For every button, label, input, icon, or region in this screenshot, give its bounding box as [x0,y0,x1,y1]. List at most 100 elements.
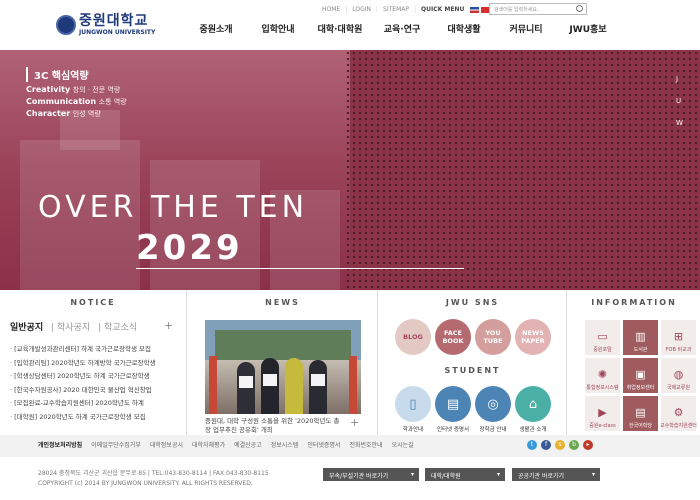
facebook-icon[interactable]: f [541,440,551,450]
hero-side-letters: JUW [676,75,683,127]
footer-link[interactable]: 전화번호안내 [349,440,382,449]
util-quickmenu-link[interactable]: QUICK MENU [421,6,464,13]
teaching-center-tile[interactable]: ⚙ 교수학습지원센터 [660,396,697,431]
career-center-tile[interactable]: ▣ 취업정보센터 [623,358,658,393]
scholarship-guide-button[interactable]: ◎ 장학금 안내 [475,386,511,433]
tab-academic-notice[interactable]: | 학사공지 [51,320,90,333]
footer-link[interactable]: 대학자체평가 [192,440,225,449]
footer-link[interactable]: 예결산공고 [234,440,262,449]
news-caption[interactable]: 중원대, 대학 구성원 소통을 위한 '2020학년도 총장 업무추진 공유회'… [205,417,345,435]
fob-tile[interactable]: ⊞ FOB 비교과 [661,320,696,355]
privacy-policy-link[interactable]: 개인정보처리방침 [38,440,82,449]
footer-info: 28024 충청북도 괴산군 괴산읍 문무로 85 | TEL:043-830-… [38,469,269,489]
newspaper-button[interactable]: NEWS PAPER [515,319,551,355]
footer-link[interactable]: 정보시스템 [271,440,299,449]
hero-year: 2029 [136,228,243,268]
util-sitemap-link[interactable]: SITEMAP [383,6,409,13]
footer-copyright: COPYRIGHT (c) 2014 BY JUNGWON UNIVERSITY… [38,480,253,487]
gnb-item-campus-life[interactable]: 대학생활 [433,22,495,35]
notice-list: · [교육개발성과관리센터] 하계 국가근로장학생 모집 · [입학관리팀] 2… [10,343,180,424]
footer-link[interactable]: 이메일무단수집거부 [91,440,141,449]
list-item[interactable]: · [한국수자원공사] 2020 대한민국 물산업 혁신창업 [10,384,180,398]
footer-link[interactable]: 인터넷증명서 [307,440,340,449]
department-guide-button[interactable]: ▯ 학과안내 [395,386,431,433]
info-system-tile[interactable]: ✺ 통합정보시스템 [585,358,620,393]
tab-general-notice[interactable]: 일반공지 [10,320,43,333]
hero-headline: OVER THE TEN [38,190,309,225]
logo-korean-name: 중원대학교 [79,13,149,29]
university-emblem-icon [56,15,76,35]
list-item[interactable]: · [교육개발성과관리센터] 하계 국가근로장학생 모집 [10,343,180,357]
list-item[interactable]: · [학생상담센터] 2020학년도 하계 국가근로장학생 [10,370,180,384]
twitter-icon[interactable]: t [527,440,537,450]
competency-creativity: Creativity 창의 · 전문 역량 [26,85,121,94]
competency-character: Character 인성 역량 [26,109,101,118]
student-title: STUDENT [444,366,501,375]
search-input[interactable]: 검색어를 입력하세요. [489,3,587,15]
library-tile[interactable]: ▥ 도서관 [623,320,658,355]
gnb-item-colleges[interactable]: 대학·대학원 [309,22,371,35]
gift-icon: ⊞ [673,330,684,343]
international-tile[interactable]: ◍ 국제교류원 [661,358,696,393]
briefcase-icon: ▣ [635,368,646,381]
tv-icon: ▶ [598,406,607,419]
information-panel: INFORMATION ▭ 중원포탈 ▥ 도서관 ⊞ FOB 비교과 ✺ 통합정보시스템… [568,290,700,435]
list-item[interactable]: · [입학관리팀] 2020학년도 하계방학 국가근로장학생 [10,357,180,371]
main-navigation: 중원소개 입학안내 대학·대학원 교육·연구 대학생활 커뮤니티 JWU홍보 [185,22,619,35]
eclass-tile[interactable]: ▶ 중원e-class [585,396,620,431]
sns-panel: JWU SNS BLOG FACE BOOK YOU TUBE NEWS PAPER … [379,290,567,435]
monitor-icon: ▭ [597,330,608,343]
colleges-select[interactable]: 대학/대학원 ▾ [425,468,505,481]
core-competency-title: 3C 핵심역량 [26,67,89,82]
notice-more-icon[interactable]: + [164,319,173,332]
hero-banner[interactable]: 3C 핵심역량 Creativity 창의 · 전문 역량 Communicat… [0,50,700,290]
search-icon[interactable] [576,5,583,12]
competency-communication: Communication 소통 역량 [26,97,127,106]
gnb-item-education[interactable]: 교육·연구 [371,22,433,35]
chevron-down-icon: ▾ [496,471,500,478]
gnb-item-community[interactable]: 커뮤니티 [495,22,557,35]
gnb-item-admission[interactable]: 입학안내 [247,22,309,35]
band-icon[interactable]: b [569,440,579,450]
list-item[interactable]: · [대학원] 2020학년도 하계 국가근로장학생 모집 [10,411,180,425]
news-more-icon[interactable]: + [350,416,359,429]
building-icon: ⌂ [515,386,551,422]
sns-title: JWU SNS [445,298,500,307]
gnb-item-pr[interactable]: JWU홍보 [557,22,619,35]
footer-link[interactable]: 대학정보공시 [150,440,183,449]
library-icon: ▥ [635,330,646,343]
site-footer: 28024 충청북도 괴산군 괴산읍 문무로 85 | TEL:043-830-… [0,457,700,500]
portal-tile[interactable]: ▭ 중원포탈 [585,320,620,355]
youtube-button[interactable]: YOU TUBE [475,319,511,355]
util-login-link[interactable]: LOGIN [352,6,371,13]
youtube-icon[interactable]: ▸ [583,440,593,450]
book-stack-icon: ▤ [635,406,646,419]
affiliated-institutions-select[interactable]: 부속/부설기관 바로가기 ▾ [323,468,419,481]
gnb-item-about[interactable]: 중원소개 [185,22,247,35]
chevron-down-icon: ▾ [591,471,595,478]
blog-button[interactable]: BLOG [395,319,431,355]
book-icon: ▯ [395,386,431,422]
public-institutions-select[interactable]: 공공기관 바로가기 ▾ [512,468,600,481]
kakaostory-icon[interactable]: s [555,440,565,450]
news-photo[interactable] [205,320,361,414]
logo-english-name: JUNGWON UNIVERSITY [79,29,156,36]
news-panel: NEWS 중원대, 대학 구성원 소통을 위한 '2020학년도 총장 업무추진… [188,290,378,435]
dormitory-guide-button[interactable]: ⌂ 생활관 소개 [515,386,551,433]
korean-language-tile[interactable]: ▤ 한국어학당 [623,396,658,431]
footer-link[interactable]: 오시는길 [392,440,414,449]
notice-title: NOTICE [70,298,116,307]
util-home-link[interactable]: HOME [322,6,340,13]
internet-certificate-button[interactable]: ▤ 인터넷 증명서 [435,386,471,433]
facebook-button[interactable]: FACE BOOK [435,319,471,355]
notice-panel: NOTICE 일반공지 | 학사공지 | 학교소식 + · [교육개발성과관리센… [0,290,187,435]
social-links: t f s b ▸ [527,440,597,450]
list-item[interactable]: · [모집완료-교수학습지원센터] 2020학년도 하계 [10,397,180,411]
medal-icon: ◎ [475,386,511,422]
chevron-down-icon: ▾ [410,471,414,478]
tab-school-news[interactable]: | 학교소식 [98,320,137,333]
english-flag-icon[interactable] [470,6,480,13]
university-logo[interactable]: 중원대학교 JUNGWON UNIVERSITY [56,14,155,36]
footer-address: 28024 충청북도 괴산군 괴산읍 문무로 85 | TEL:043-830-… [38,470,269,477]
news-title: NEWS [265,298,300,307]
